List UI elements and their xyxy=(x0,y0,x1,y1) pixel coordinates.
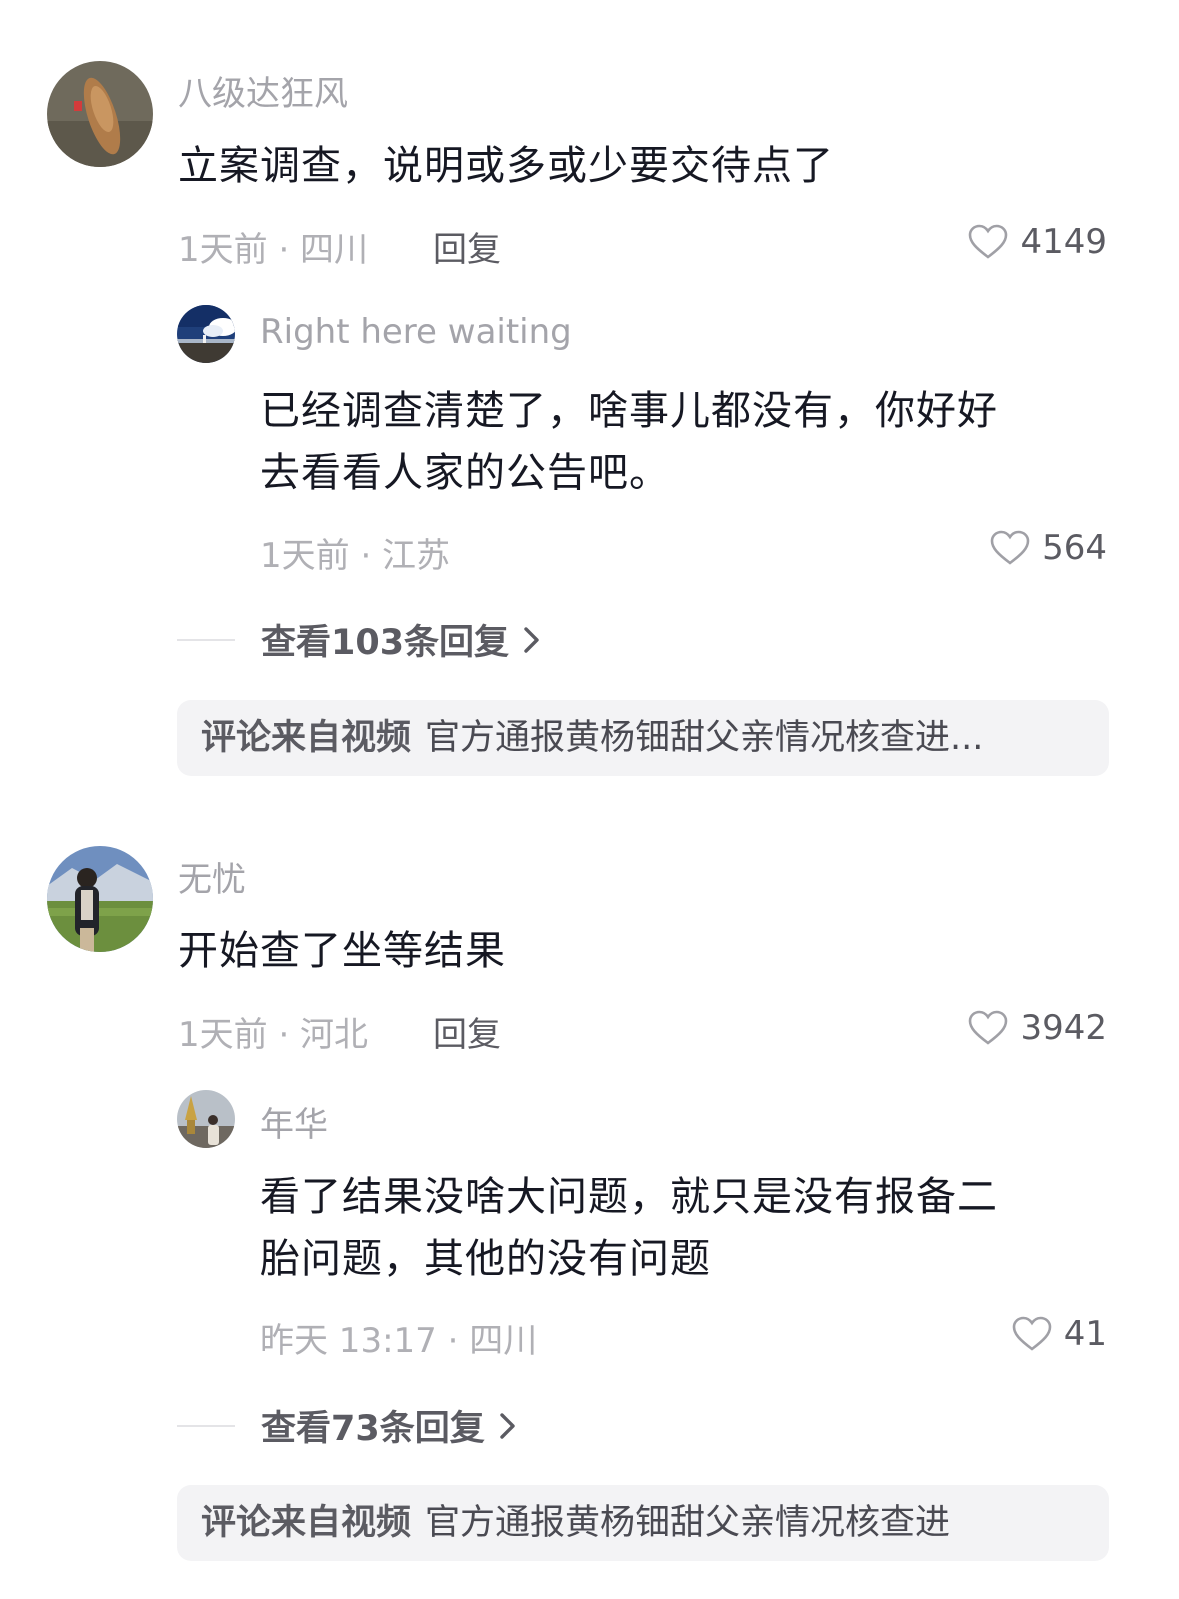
divider xyxy=(177,638,235,641)
reply-text-line: 看了结果没啥大问题，就只是没有报备二 xyxy=(260,1174,998,1220)
reply-button[interactable]: 回复 xyxy=(433,1007,501,1056)
source-label: 评论来自视频 xyxy=(201,1503,412,1543)
comment-text: 开始查了坐等结果 xyxy=(178,928,506,974)
view-replies-button[interactable]: 查看103条回复 xyxy=(177,614,543,665)
heart-outline-icon xyxy=(990,530,1030,565)
sky-photo-avatar xyxy=(177,305,235,363)
reply-button[interactable]: 回复 xyxy=(433,222,501,271)
fish-photo-avatar xyxy=(47,61,153,167)
source-title: 官方通报黄杨钿甜父亲情况核查进... xyxy=(425,718,984,758)
reply-text-line: 胎问题，其他的没有问题 xyxy=(260,1236,711,1282)
like-count: 41 xyxy=(1063,1314,1107,1354)
chevron-right-icon xyxy=(524,626,539,653)
avatar[interactable] xyxy=(47,846,153,952)
reply-author[interactable]: Right here waiting xyxy=(260,312,572,352)
source-video-link[interactable]: 评论来自视频 官方通报黄杨钿甜父亲情况核查进... xyxy=(177,700,1109,776)
like-button[interactable]: 564 xyxy=(990,528,1107,568)
source-title: 官方通报黄杨钿甜父亲情况核查进 xyxy=(425,1503,951,1543)
comment-thread: 八级达狂风 立案调查，说明或多或少要交待点了 1天前 · 四川 回复 4149 … xyxy=(0,0,1179,1599)
comment-meta: 1天前 · 四川 xyxy=(178,230,369,270)
like-count: 4149 xyxy=(1020,222,1107,262)
reply-text: 看了结果没啥大问题，就只是没有报备二 胎问题，其他的没有问题 xyxy=(260,1166,1110,1290)
comment-author[interactable]: 八级达狂风 xyxy=(178,66,348,115)
view-replies-label: 查看103条回复 xyxy=(261,623,510,663)
view-replies-label: 查看73条回复 xyxy=(261,1409,485,1449)
reply-text-line: 去看看人家的公告吧。 xyxy=(260,450,670,496)
source-video-link[interactable]: 评论来自视频 官方通报黄杨钿甜父亲情况核查进 xyxy=(177,1485,1109,1561)
like-button[interactable]: 41 xyxy=(1012,1314,1107,1354)
reply-meta: 1天前 · 江苏 xyxy=(260,536,451,576)
source-label: 评论来自视频 xyxy=(201,718,412,758)
heart-outline-icon xyxy=(1012,1316,1052,1351)
reply-meta: 昨天 13:17 · 四川 xyxy=(260,1321,538,1361)
view-replies-button[interactable]: 查看73条回复 xyxy=(177,1400,519,1451)
temple-photo-avatar xyxy=(177,1090,235,1148)
reply-author[interactable]: 年华 xyxy=(260,1097,328,1146)
person-photo-avatar xyxy=(47,846,153,952)
divider xyxy=(177,1424,235,1427)
comment-text: 立案调查，说明或多或少要交待点了 xyxy=(178,143,834,189)
heart-outline-icon xyxy=(969,1010,1008,1045)
chevron-right-icon xyxy=(500,1412,515,1439)
reply-text: 已经调查清楚了，啥事儿都没有，你好好 去看看人家的公告吧。 xyxy=(260,380,1110,504)
like-button[interactable]: 3942 xyxy=(968,1008,1107,1048)
heart-outline-icon xyxy=(969,224,1008,259)
comment-meta: 1天前 · 河北 xyxy=(178,1015,369,1055)
reply-text-line: 已经调查清楚了，啥事儿都没有，你好好 xyxy=(260,388,998,434)
like-count: 3942 xyxy=(1020,1008,1107,1048)
comment-author[interactable]: 无忧 xyxy=(178,852,246,901)
avatar[interactable] xyxy=(47,61,153,167)
like-button[interactable]: 4149 xyxy=(968,222,1107,262)
reply-avatar[interactable] xyxy=(177,1090,235,1148)
reply-avatar[interactable] xyxy=(177,305,235,363)
like-count: 564 xyxy=(1042,528,1107,568)
